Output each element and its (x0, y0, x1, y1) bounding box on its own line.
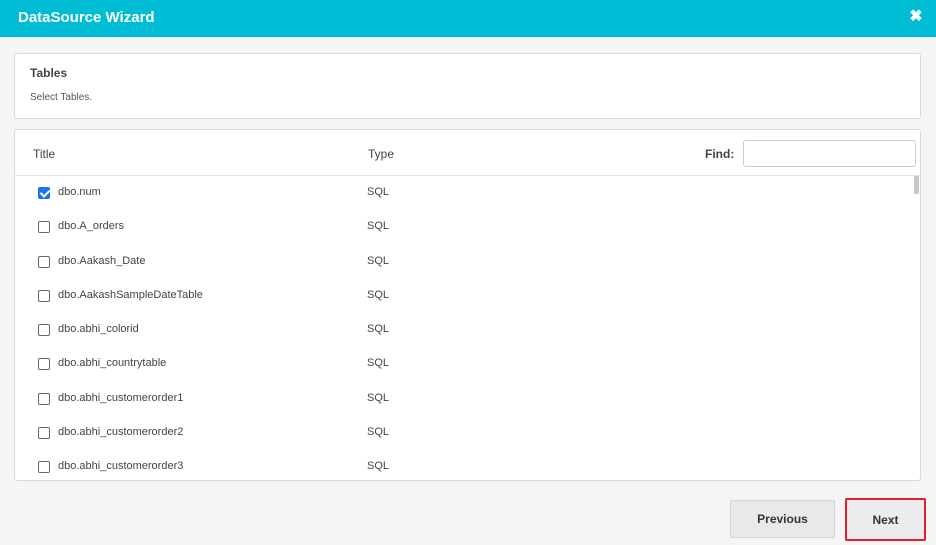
previous-button[interactable]: Previous (730, 500, 835, 538)
scrollbar-thumb[interactable] (914, 176, 919, 194)
table-row[interactable]: dbo.Aakash_Date SQL (15, 245, 913, 279)
dialog-titlebar: DataSource Wizard ✖ (0, 0, 936, 37)
section-title: Tables (30, 66, 68, 80)
find-input[interactable] (743, 140, 916, 167)
table-row-title: dbo.abhi_customerorder3 (58, 460, 184, 473)
table-row[interactable]: dbo.num SQL (15, 176, 913, 210)
table-row[interactable]: dbo.abhi_customerorder3 SQL (15, 450, 913, 480)
table-row[interactable]: dbo.abhi_customerorder1 SQL (15, 382, 913, 416)
grid-header: Title Type Find: (15, 130, 920, 176)
dialog-title: DataSource Wizard (18, 9, 155, 26)
table-row-type: SQL (367, 186, 390, 198)
table-row-type: SQL (367, 220, 390, 233)
table-row-checkbox[interactable] (38, 461, 50, 474)
table-list: dbo.num SQL dbo.A_orders SQL dbo.Aakash_Date… (15, 176, 913, 480)
table-row-type: SQL (367, 323, 390, 336)
table-row-title: dbo.A_orders (58, 220, 125, 233)
table-row[interactable]: dbo.abhi_customerorder2 SQL (15, 416, 913, 450)
table-row-checkbox[interactable] (38, 427, 50, 440)
table-row-type: SQL (367, 254, 390, 267)
table-row-type: SQL (367, 357, 390, 370)
table-row-type: SQL (367, 391, 390, 404)
table-row-checkbox[interactable] (38, 221, 50, 234)
table-row-type: SQL (367, 460, 390, 473)
table-row-checkbox[interactable] (38, 289, 50, 302)
column-header-type[interactable]: Type (368, 147, 394, 161)
tables-grid: Title Type Find: dbo.num SQL dbo.A_orders S… (14, 129, 921, 481)
table-row-title: dbo.abhi_colorid (58, 323, 139, 336)
table-row-title: dbo.num (58, 186, 101, 198)
table-row-title: dbo.abhi_customerorder2 (58, 426, 184, 439)
table-row[interactable]: dbo.A_orders SQL (15, 210, 913, 244)
next-button[interactable]: Next (845, 498, 926, 541)
table-row[interactable]: dbo.AakashSampleDateTable SQL (15, 279, 913, 313)
section-subtitle: Select Tables. (30, 92, 93, 103)
table-row-type: SQL (367, 288, 390, 301)
table-row-type: SQL (367, 426, 390, 439)
table-row[interactable]: dbo.abhi_countrytable SQL (15, 347, 913, 381)
table-row-checkbox[interactable] (38, 324, 50, 337)
table-row-checkbox[interactable] (38, 255, 50, 268)
find-label: Find: (705, 147, 735, 161)
close-icon[interactable]: ✖ (908, 8, 924, 26)
table-row-title: dbo.abhi_customerorder1 (58, 391, 184, 404)
table-row-checkbox[interactable] (38, 187, 50, 199)
table-row-title: dbo.Aakash_Date (58, 254, 146, 267)
table-row[interactable]: dbo.abhi_colorid SQL (15, 313, 913, 347)
grid-scrollbar[interactable] (913, 176, 920, 480)
table-row-title: dbo.AakashSampleDateTable (58, 288, 203, 301)
table-row-title: dbo.abhi_countrytable (58, 357, 167, 370)
tables-section-header: Tables Select Tables. (14, 53, 921, 119)
column-header-title[interactable]: Title (33, 147, 55, 161)
table-row-checkbox[interactable] (38, 392, 50, 405)
table-row-checkbox[interactable] (38, 358, 50, 371)
